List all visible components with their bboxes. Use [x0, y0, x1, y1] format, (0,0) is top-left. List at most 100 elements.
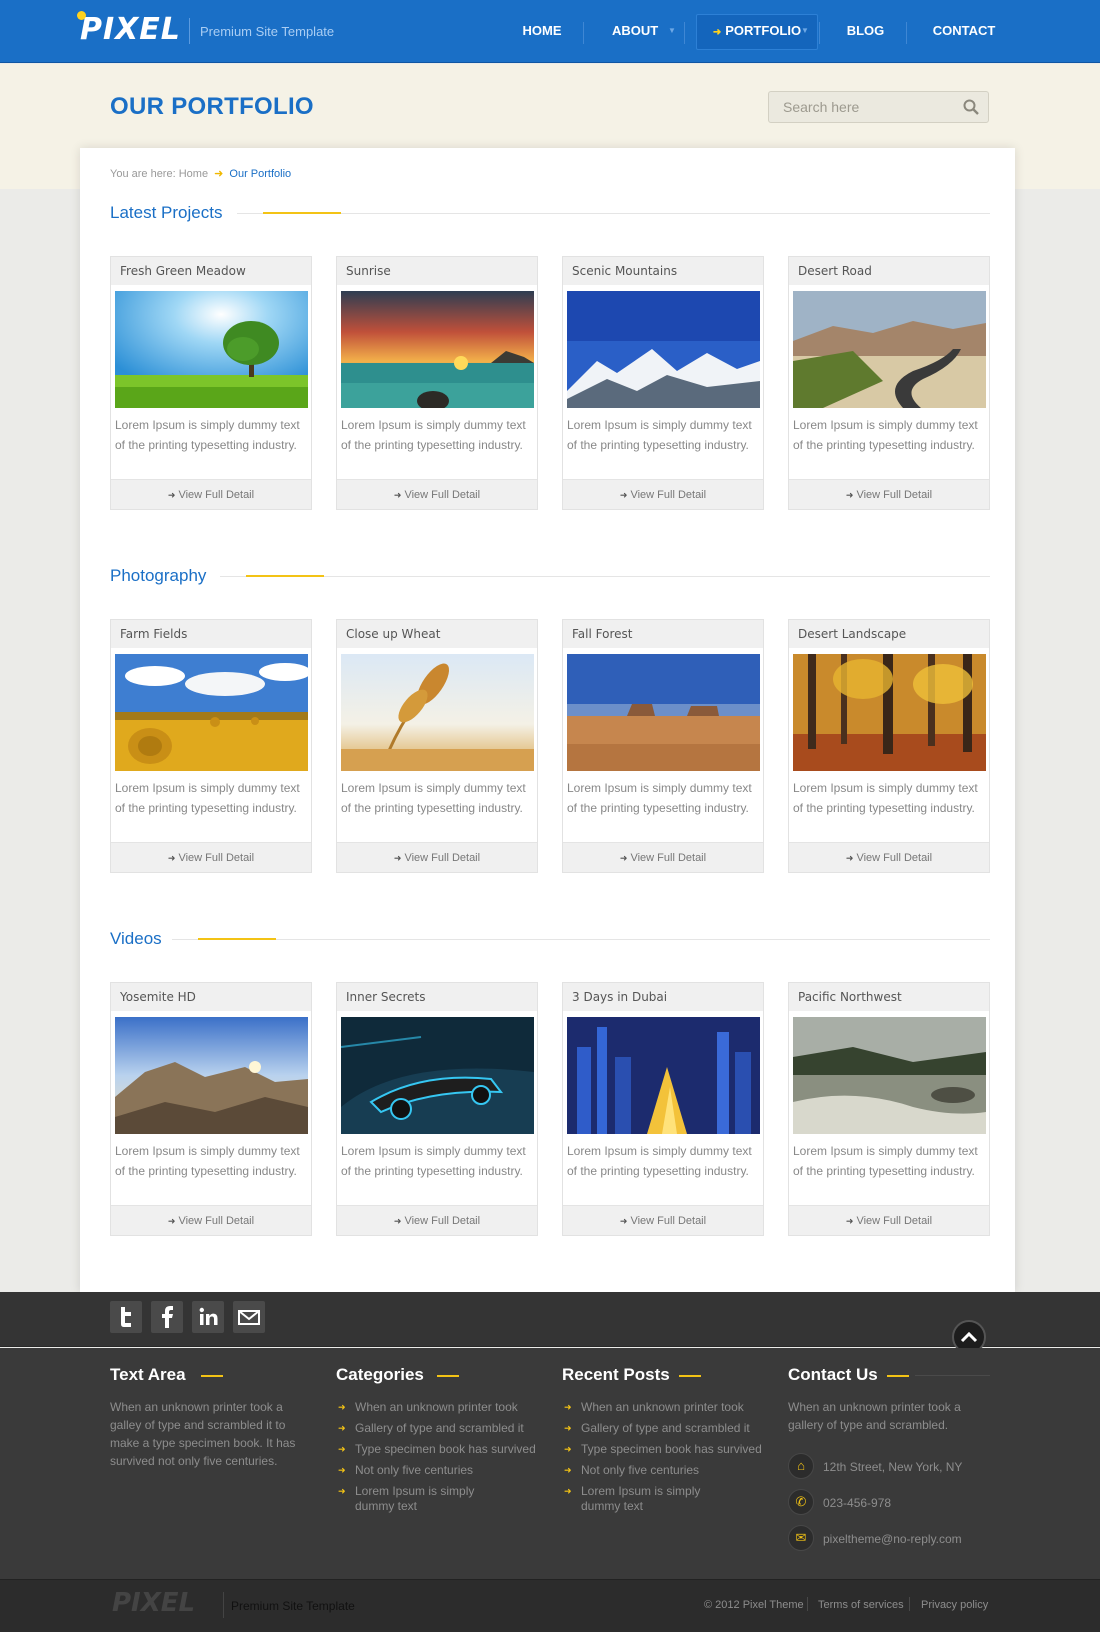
- portfolio-card-title[interactable]: Farm Fields: [111, 620, 311, 648]
- portfolio-thumbnail[interactable]: [567, 291, 760, 408]
- nav-portfolio[interactable]: ➜ PORTFOLIO: [696, 14, 818, 50]
- view-full-detail-label: View Full Detail: [856, 852, 933, 864]
- footer-post-link[interactable]: Lorem Ipsum is simply dummy text: [564, 1484, 739, 1514]
- search-icon[interactable]: [962, 98, 980, 116]
- footer-title-categories: Categories: [336, 1365, 424, 1384]
- portfolio-thumbnail[interactable]: [115, 291, 308, 408]
- site-logo[interactable]: PIXEL: [77, 11, 181, 47]
- portfolio-card-title[interactable]: Yosemite HD: [111, 983, 311, 1011]
- twitter-icon[interactable]: [110, 1301, 142, 1333]
- footer-category-link[interactable]: Not only five centuries: [338, 1463, 538, 1478]
- portfolio-thumbnail[interactable]: [567, 654, 760, 771]
- nav-about[interactable]: ABOUT: [612, 20, 658, 50]
- footer-post-link[interactable]: When an unknown printer took: [564, 1400, 764, 1415]
- email-icon[interactable]: [233, 1301, 265, 1333]
- portfolio-thumbnail[interactable]: [341, 291, 534, 408]
- footer-post-link[interactable]: Type specimen book has survived: [564, 1442, 764, 1457]
- nav-contact[interactable]: CONTACT: [932, 20, 996, 50]
- portfolio-card-title[interactable]: Scenic Mountains: [563, 257, 763, 285]
- portfolio-card-title[interactable]: Fall Forest: [563, 620, 763, 648]
- facebook-icon[interactable]: [151, 1301, 183, 1333]
- portfolio-card-title[interactable]: Desert Road: [789, 257, 989, 285]
- arrow-right-icon: ➜: [619, 853, 628, 863]
- arrow-right-icon: ➜: [845, 853, 854, 863]
- view-full-detail-button[interactable]: ➜ View Full Detail: [789, 842, 989, 872]
- portfolio-card-title[interactable]: 3 Days in Dubai: [563, 983, 763, 1011]
- portfolio-card: Fall Forest Lorem Ipsum is simply dummy t…: [562, 619, 764, 873]
- footer-title-accent: [201, 1375, 223, 1377]
- nav-home[interactable]: HOME: [522, 20, 562, 50]
- breadcrumb-home[interactable]: Home: [179, 168, 208, 180]
- portfolio-card-description: Lorem Ipsum is simply dummy text of the …: [341, 418, 526, 452]
- section-accent: [246, 575, 324, 577]
- view-full-detail-button[interactable]: ➜ View Full Detail: [337, 1205, 537, 1235]
- nav-blog[interactable]: BLOG: [843, 20, 888, 50]
- portfolio-card-title[interactable]: Desert Landscape: [789, 620, 989, 648]
- view-full-detail-button[interactable]: ➜ View Full Detail: [789, 479, 989, 509]
- portfolio-thumbnail[interactable]: [793, 654, 986, 771]
- portfolio-thumbnail[interactable]: [115, 1017, 308, 1134]
- portfolio-thumbnail[interactable]: [341, 654, 534, 771]
- portfolio-thumbnail[interactable]: [567, 1017, 760, 1134]
- portfolio-card-description: Lorem Ipsum is simply dummy text of the …: [793, 418, 978, 452]
- portfolio-thumbnail[interactable]: [793, 291, 986, 408]
- view-full-detail-label: View Full Detail: [404, 489, 481, 501]
- portfolio-thumbnail[interactable]: [341, 1017, 534, 1134]
- view-full-detail-button[interactable]: ➜ View Full Detail: [111, 1205, 311, 1235]
- footer-post-link[interactable]: Gallery of type and scrambled it: [564, 1421, 764, 1436]
- view-full-detail-button[interactable]: ➜ View Full Detail: [111, 842, 311, 872]
- envelope-icon: ✉: [788, 1525, 814, 1551]
- portfolio-card: Fresh Green Meadow Lorem Ipsum is simply …: [110, 256, 312, 510]
- view-full-detail-button[interactable]: ➜ View Full Detail: [563, 1205, 763, 1235]
- portfolio-card-title[interactable]: Pacific Northwest: [789, 983, 989, 1011]
- section-divider: [172, 939, 990, 940]
- search-input[interactable]: [783, 99, 953, 115]
- footer-category-link[interactable]: Lorem Ipsum is simply dummy text: [338, 1484, 513, 1514]
- portfolio-card-title[interactable]: Close up Wheat: [337, 620, 537, 648]
- view-full-detail-button[interactable]: ➜ View Full Detail: [111, 479, 311, 509]
- portfolio-card-description: Lorem Ipsum is simply dummy text of the …: [115, 781, 300, 815]
- footer-categories-list: When an unknown printer took Gallery of …: [338, 1400, 538, 1520]
- footer-title-recent-posts: Recent Posts: [562, 1365, 670, 1384]
- phone-icon: ✆: [788, 1489, 814, 1515]
- view-full-detail-button[interactable]: ➜ View Full Detail: [337, 479, 537, 509]
- portfolio-card-title[interactable]: Inner Secrets: [337, 983, 537, 1011]
- privacy-link[interactable]: Privacy policy: [921, 1599, 988, 1611]
- portfolio-card: Scenic Mountains Lorem Ipsum is simply du…: [562, 256, 764, 510]
- footer-category-link[interactable]: Type specimen book has survived: [338, 1442, 538, 1457]
- breadcrumb: You are here: Home ➜ Our Portfolio: [110, 168, 292, 180]
- contact-email[interactable]: pixeltheme@no-reply.com: [823, 1532, 962, 1546]
- contact-address: 12th Street, New York, NY: [823, 1460, 963, 1474]
- footer-post-link[interactable]: Not only five centuries: [564, 1463, 764, 1478]
- portfolio-card-description: Lorem Ipsum is simply dummy text of the …: [793, 1144, 978, 1178]
- footer-category-link[interactable]: Gallery of type and scrambled it: [338, 1421, 538, 1436]
- portfolio-card: Desert Landscape Lorem Ipsum is simply du…: [788, 619, 990, 873]
- view-full-detail-button[interactable]: ➜ View Full Detail: [337, 842, 537, 872]
- portfolio-card-title[interactable]: Sunrise: [337, 257, 537, 285]
- view-full-detail-label: View Full Detail: [856, 1215, 933, 1227]
- linkedin-icon[interactable]: [192, 1301, 224, 1333]
- chevron-down-icon[interactable]: ▼: [801, 26, 809, 35]
- arrow-right-icon: ➜: [167, 853, 176, 863]
- portfolio-thumbnail[interactable]: [793, 1017, 986, 1134]
- view-full-detail-label: View Full Detail: [630, 1215, 707, 1227]
- footer-recent-posts-list: When an unknown printer took Gallery of …: [564, 1400, 764, 1520]
- footer-category-link[interactable]: When an unknown printer took: [338, 1400, 538, 1415]
- footer-contact-body: When an unknown printer took a gallery o…: [788, 1400, 961, 1432]
- view-full-detail-button[interactable]: ➜ View Full Detail: [563, 842, 763, 872]
- footer-title-text-area: Text Area: [110, 1365, 186, 1384]
- footer-logo[interactable]: PIXEL: [112, 1588, 195, 1618]
- logo-divider: [189, 18, 190, 44]
- view-full-detail-button[interactable]: ➜ View Full Detail: [789, 1205, 989, 1235]
- arrow-right-icon: ➜: [619, 490, 628, 500]
- terms-link[interactable]: Terms of services: [818, 1599, 904, 1611]
- arrow-right-icon: ➜: [393, 1216, 402, 1226]
- footer-title-line: [915, 1375, 990, 1376]
- view-full-detail-button[interactable]: ➜ View Full Detail: [563, 479, 763, 509]
- nav-divider: [684, 22, 685, 44]
- chevron-down-icon[interactable]: ▼: [668, 26, 676, 35]
- portfolio-card: Pacific Northwest Lorem Ipsum is simply d…: [788, 982, 990, 1236]
- portfolio-card-title[interactable]: Fresh Green Meadow: [111, 257, 311, 285]
- portfolio-thumbnail[interactable]: [115, 654, 308, 771]
- portfolio-card-description: Lorem Ipsum is simply dummy text of the …: [567, 1144, 752, 1178]
